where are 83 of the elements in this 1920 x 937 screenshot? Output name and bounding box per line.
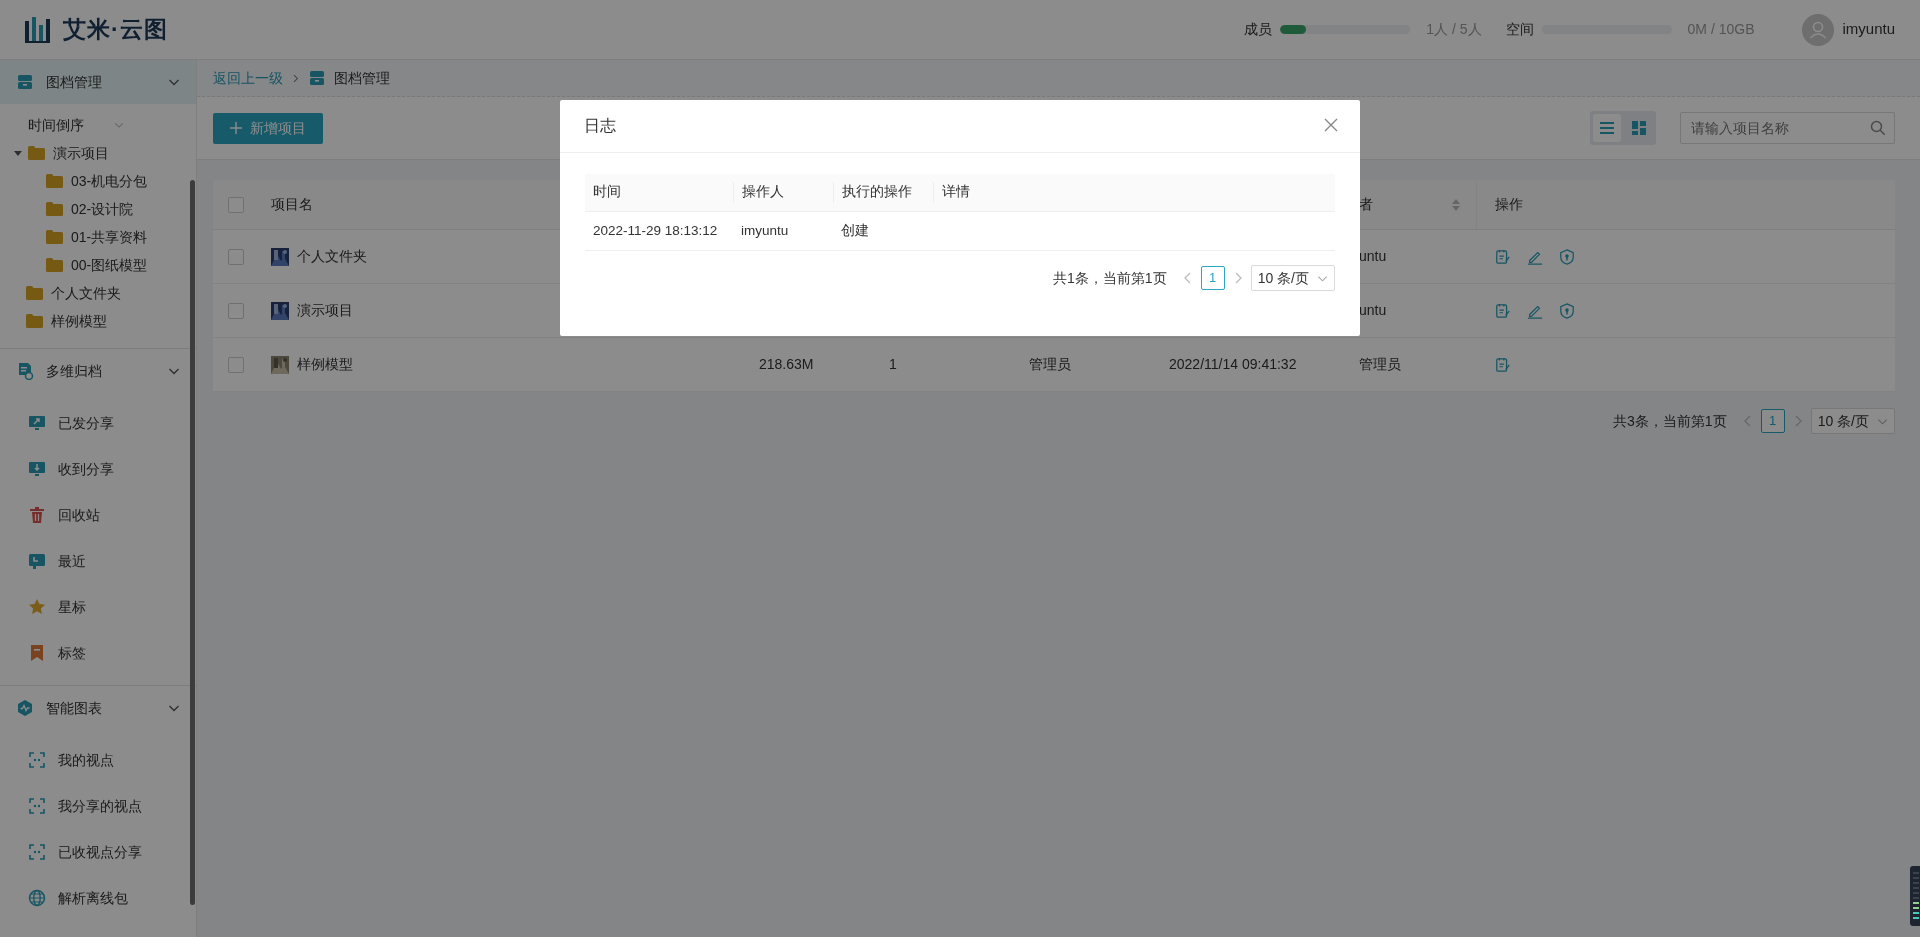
folder-icon <box>46 230 63 244</box>
project-name[interactable]: 演示项目 <box>297 300 353 321</box>
dialog-title: 日志 <box>584 116 616 136</box>
column-header: 项目名 <box>270 195 314 214</box>
shield-icon[interactable] <box>1559 248 1575 265</box>
chevron-icon <box>291 73 300 83</box>
trash-icon <box>28 506 46 524</box>
log-icon[interactable] <box>1495 356 1511 373</box>
file-size: 218.63M <box>758 355 815 374</box>
star-icon <box>28 598 46 616</box>
focus-frame-icon <box>28 843 46 861</box>
column-header: 者 <box>1358 195 1373 214</box>
item-count: 1 <box>888 355 898 374</box>
row-checkbox[interactable] <box>228 356 244 373</box>
page-size-select[interactable]: 10 条/页 <box>1250 265 1335 291</box>
pagination-summary: 共3条，当前第1页 <box>1613 411 1727 431</box>
quota-reading: 0M / 10GB <box>1687 20 1755 39</box>
quota-label: 空间 <box>1505 20 1534 39</box>
select-all-checkbox[interactable] <box>228 196 244 213</box>
column-header: 执行的操作 <box>833 182 933 203</box>
project-name[interactable]: 个人文件夹 <box>297 246 367 267</box>
search-field[interactable]: 请输入项目名称 <box>1680 112 1895 144</box>
globe-icon <box>28 889 46 907</box>
clock-screen-icon <box>28 552 46 570</box>
creator-name: untu <box>1358 247 1388 266</box>
column-header: 时间 <box>592 183 622 202</box>
grid-icon <box>1631 120 1647 136</box>
chevron-icon[interactable] <box>114 120 124 130</box>
prev-page-icon[interactable] <box>1742 415 1753 427</box>
monitor-icon <box>28 414 46 432</box>
close-icon <box>1324 118 1338 132</box>
drawer-icon <box>308 69 326 87</box>
hexagon-icon <box>16 699 34 717</box>
creator-name: 管理员 <box>1358 355 1402 374</box>
modified-date: 2022/11/14 09:41:32 <box>1168 355 1298 374</box>
avatar-icon[interactable] <box>1802 13 1835 46</box>
bookmark-icon <box>28 644 46 662</box>
column-header: 操作人 <box>733 182 833 203</box>
drawer-icon <box>16 73 34 91</box>
document-icon <box>16 362 34 380</box>
column-header: 详情 <box>933 182 1335 203</box>
search-icon[interactable] <box>1870 120 1886 136</box>
log-action: 创建 <box>840 221 870 240</box>
row-checkbox[interactable] <box>228 302 244 319</box>
page-button[interactable]: 1 <box>1200 266 1225 290</box>
folder-icon <box>28 146 45 160</box>
breadcrumb-current: 图档管理 <box>334 68 390 88</box>
monitor-icon <box>28 460 46 478</box>
quota-reading: 1人 / 5人 <box>1426 20 1482 39</box>
folder-icon <box>46 174 63 188</box>
close-button[interactable] <box>1324 118 1340 134</box>
list-view-button[interactable] <box>1593 114 1621 142</box>
list-icon <box>1599 120 1615 136</box>
folder-icon <box>26 314 43 328</box>
prev-page-icon[interactable] <box>1182 272 1193 284</box>
sort-dropdown[interactable]: 时间倒序 <box>0 111 196 139</box>
user-name[interactable]: imyuntu <box>1842 18 1895 41</box>
page-size-select[interactable]: 10 条/页 <box>1810 408 1895 434</box>
section-header[interactable]: 图档管理 <box>0 60 196 104</box>
caret-icon[interactable] <box>14 149 22 157</box>
folder-icon <box>46 202 63 216</box>
owner-role: 管理员 <box>1028 355 1072 374</box>
quota-label: 成员 <box>1244 20 1273 39</box>
logo-text: 艾米·云图 <box>63 15 168 45</box>
column-header: 操作 <box>1494 195 1524 214</box>
tree-item[interactable]: 演示项目 <box>0 139 196 167</box>
pagination-summary: 共1条，当前第1页 <box>1053 268 1167 288</box>
log-icon[interactable] <box>1495 302 1511 319</box>
focus-frame-icon <box>28 751 46 769</box>
log-time: 2022-11-29 18:13:12 <box>592 221 719 240</box>
shield-icon[interactable] <box>1559 302 1575 319</box>
creator-name: untu <box>1358 301 1388 320</box>
log-icon[interactable] <box>1495 248 1511 265</box>
folder-icon <box>46 258 63 272</box>
log-operator: imyuntu <box>740 221 790 240</box>
folder-icon <box>26 286 43 300</box>
plus-icon <box>230 122 242 134</box>
sort-icon[interactable] <box>1452 198 1460 211</box>
focus-frame-icon <box>28 797 46 815</box>
scrollbar[interactable] <box>190 180 195 905</box>
row-checkbox[interactable] <box>228 248 244 265</box>
level-meter-widget <box>1910 866 1920 926</box>
project-name[interactable]: 样例模型 <box>297 354 353 375</box>
